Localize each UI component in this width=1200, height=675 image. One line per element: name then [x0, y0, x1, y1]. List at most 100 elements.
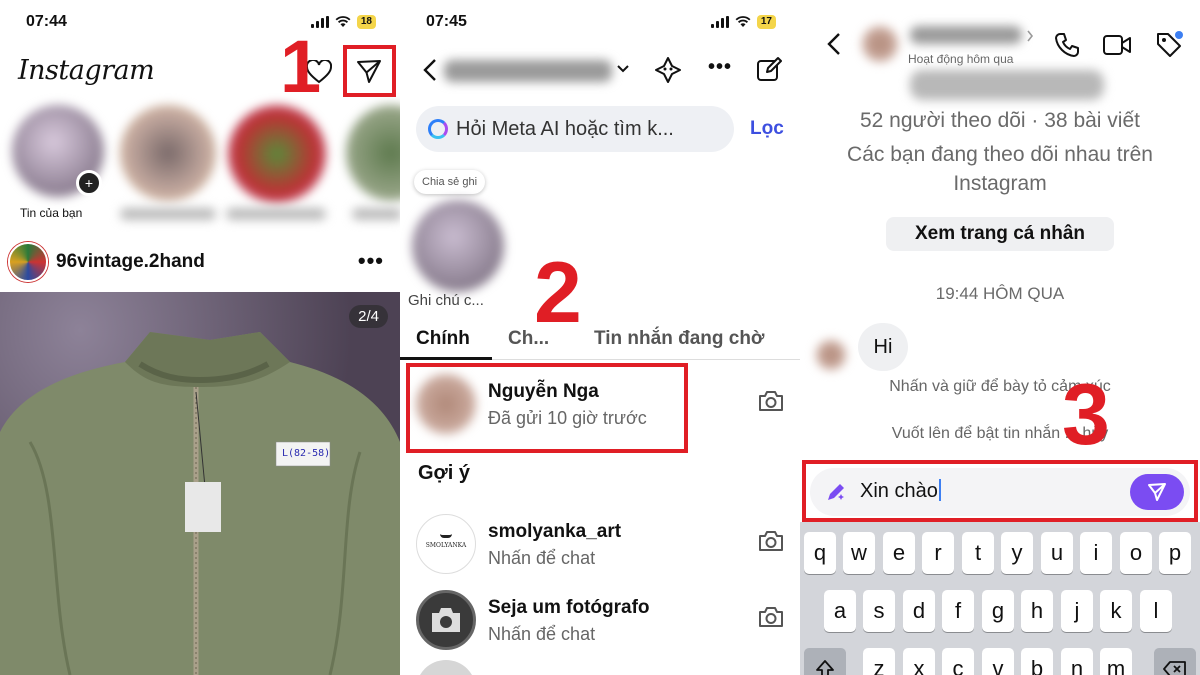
message-bubble[interactable]: Hi: [858, 323, 908, 371]
message-timestamp: 19:44 HÔM QUA: [935, 284, 1065, 303]
key[interactable]: a: [824, 590, 856, 632]
key[interactable]: c: [942, 648, 974, 675]
suggestions-title: Gợi ý: [418, 462, 471, 484]
sender-avatar: [816, 340, 846, 370]
story-avatar[interactable]: [346, 105, 400, 201]
add-story-icon[interactable]: +: [76, 170, 102, 196]
note-bubble[interactable]: Chia sẻ ghi: [414, 170, 486, 194]
more-options-icon[interactable]: •••: [708, 56, 732, 79]
signal-icon: [710, 16, 729, 28]
story-label-own: Tin của bạn: [20, 206, 83, 220]
contact-banner-blurred: [910, 70, 1104, 100]
key[interactable]: b: [1021, 648, 1053, 675]
chevron-right-icon[interactable]: [1026, 30, 1034, 42]
key[interactable]: g: [982, 590, 1014, 632]
story-avatar[interactable]: [120, 105, 216, 201]
key[interactable]: e: [883, 532, 915, 574]
jacket-illustration: [0, 332, 400, 675]
step-number-1: 1: [280, 25, 322, 108]
highlight-box-composer: [802, 460, 1198, 522]
status-time: 07:45: [426, 13, 467, 30]
key[interactable]: v: [982, 648, 1014, 675]
key[interactable]: l: [1140, 590, 1172, 632]
post-author-avatar[interactable]: [8, 242, 48, 282]
chevron-down-icon[interactable]: [616, 64, 630, 74]
tab-primary[interactable]: Chính: [416, 328, 470, 350]
backspace-icon: [1163, 661, 1186, 675]
key[interactable]: r: [922, 532, 954, 574]
camera-icon[interactable]: [758, 390, 784, 412]
highlight-box-conversation: [406, 363, 688, 453]
shift-key[interactable]: [804, 648, 846, 675]
tab-general[interactable]: Ch...: [508, 328, 549, 350]
battery-indicator: 17: [756, 15, 776, 29]
contact-avatar[interactable]: [862, 26, 898, 62]
key[interactable]: j: [1061, 590, 1093, 632]
compose-icon[interactable]: [756, 56, 782, 82]
feed-screen: 07:44 18 Instagram 1 + Tin của bạn 96vin…: [0, 0, 400, 675]
inbox-screen: 07:45 17 ••• Hỏi Meta AI hoặc tìm k... L…: [400, 0, 800, 675]
camera-logo-icon: [432, 608, 460, 632]
more-options-icon[interactable]: •••: [358, 248, 384, 274]
suggestion-row[interactable]: SMOLYANKA smolyanka_art Nhấn để chat: [414, 510, 784, 576]
suggestion-logo-text: SMOLYANKA: [425, 542, 467, 549]
step-number-3: 3: [1062, 367, 1110, 463]
app-title: Instagram: [18, 55, 155, 86]
note-avatar[interactable]: [412, 200, 504, 292]
battery-indicator: 18: [356, 15, 376, 29]
search-input[interactable]: Hỏi Meta AI hoặc tìm k...: [416, 106, 734, 152]
key[interactable]: q: [804, 532, 836, 574]
post-author-username[interactable]: 96vintage.2hand: [56, 251, 205, 273]
suggestion-name: Seja um fotógrafo: [488, 597, 650, 618]
suggestion-row[interactable]: Seja um fotógrafo Nhấn để chat: [414, 586, 784, 652]
key[interactable]: h: [1021, 590, 1053, 632]
key[interactable]: f: [942, 590, 974, 632]
key[interactable]: w: [843, 532, 875, 574]
shift-icon: [816, 660, 834, 675]
story-avatar[interactable]: [228, 105, 326, 203]
contact-name-blurred[interactable]: [910, 26, 1022, 44]
camera-icon[interactable]: [758, 606, 784, 628]
note-caption: Ghi chú c...: [408, 292, 484, 309]
video-call-icon[interactable]: [1102, 34, 1132, 56]
inbox-tabs: Chính Ch... Tin nhắn đang chờ: [400, 322, 800, 360]
key[interactable]: k: [1100, 590, 1132, 632]
key[interactable]: i: [1080, 532, 1112, 574]
suggestion-subtitle: Nhấn để chat: [488, 624, 596, 644]
ai-sparkle-icon[interactable]: [654, 56, 682, 84]
backspace-key[interactable]: [1154, 648, 1196, 675]
account-name-blurred[interactable]: [444, 60, 612, 82]
vanish-mode-hint: Vuốt lên để bật tin nhắn ... hủy: [891, 425, 1109, 442]
profile-stats: 52 người theo dõi · 38 bài viết: [859, 109, 1140, 132]
key[interactable]: n: [1061, 648, 1093, 675]
tag-icon[interactable]: [1154, 30, 1184, 60]
back-chevron-icon[interactable]: [826, 32, 842, 56]
key[interactable]: m: [1100, 648, 1132, 675]
suggestion-name: smolyanka_art: [488, 521, 622, 542]
carousel-counter: 2/4: [349, 305, 388, 328]
tab-requests[interactable]: Tin nhắn đang chờ: [594, 328, 764, 350]
search-placeholder: Hỏi Meta AI hoặc tìm k...: [456, 117, 674, 140]
filter-button[interactable]: Lọc: [750, 118, 784, 140]
key[interactable]: s: [863, 590, 895, 632]
camera-icon[interactable]: [758, 530, 784, 552]
key[interactable]: p: [1159, 532, 1191, 574]
size-label: L(82-58): [282, 448, 331, 459]
key[interactable]: t: [962, 532, 994, 574]
key[interactable]: o: [1120, 532, 1152, 574]
deer-logo-icon: [440, 528, 452, 538]
phone-icon[interactable]: [1054, 32, 1080, 58]
story-label-blurred: [226, 208, 326, 220]
paper-plane-icon[interactable]: [356, 58, 382, 84]
key[interactable]: d: [903, 590, 935, 632]
view-profile-button[interactable]: Xem trang cá nhân: [886, 217, 1114, 251]
key[interactable]: u: [1041, 532, 1073, 574]
back-chevron-icon[interactable]: [422, 58, 438, 82]
post-image[interactable]: L(82-58) 2/4: [0, 292, 400, 675]
key[interactable]: x: [903, 648, 935, 675]
chat-screen: Hoạt động hôm qua 52 người theo dõi · 38…: [800, 0, 1200, 675]
mutual-follow-text: Các bạn đang theo dõi nhau trên Instagra…: [847, 143, 1153, 195]
suggestion-avatar-partial: [416, 660, 476, 675]
key[interactable]: y: [1001, 532, 1033, 574]
key[interactable]: z: [863, 648, 895, 675]
